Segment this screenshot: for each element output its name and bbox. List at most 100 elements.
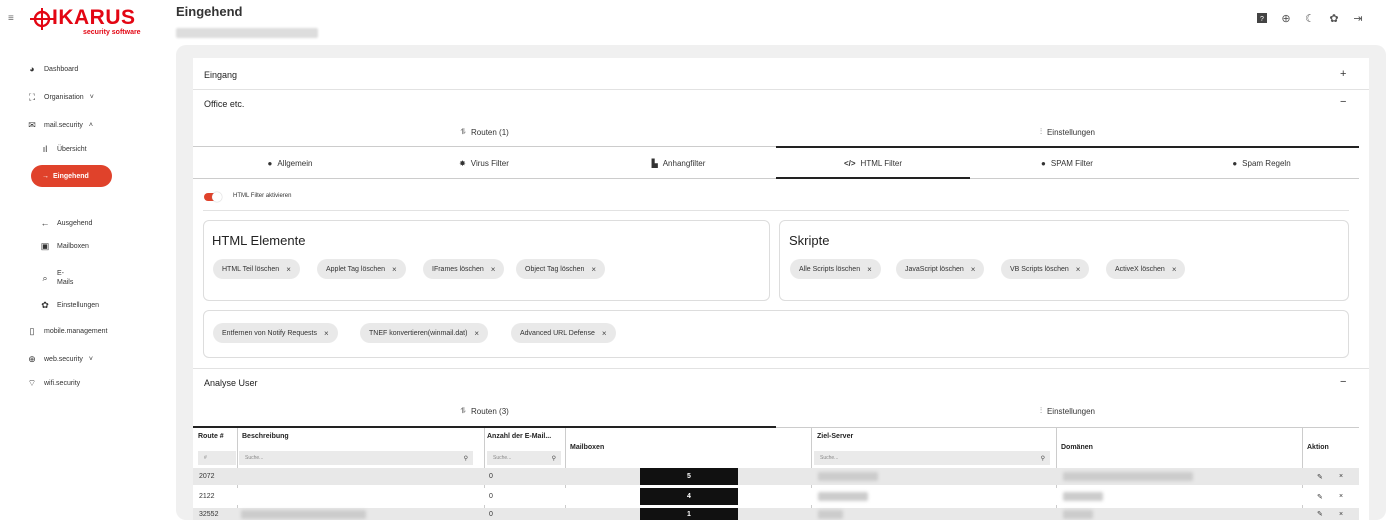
svg-text:?: ? xyxy=(1260,16,1264,23)
sidebar-item-web-security[interactable]: ⊕ web.security ˅ xyxy=(26,354,93,365)
edit-icon[interactable]: ✎ xyxy=(1317,488,1323,505)
globe-icon: ⊕ xyxy=(28,354,36,364)
tab-routen[interactable]: ⥮ Routen (1) xyxy=(193,122,776,142)
sidebar-item-mobile-management[interactable]: ▯ mobile.management xyxy=(26,326,108,337)
collapse-icon[interactable]: − xyxy=(1340,376,1346,388)
sidebar-item-wifi-security[interactable]: ⌔ wifi.security xyxy=(26,378,80,389)
brand-sub: security software xyxy=(83,29,141,36)
routes-icon: ⥮ xyxy=(460,127,467,136)
sidebar-item-dashboard[interactable]: ◕ Dashboard xyxy=(26,64,78,74)
ikarus-logo: IKARUS security software xyxy=(30,6,150,36)
mailbox-count-badge[interactable]: 1 xyxy=(640,508,738,520)
zielserver-search-input[interactable]: Suche... ⚲ xyxy=(814,451,1050,465)
arrow-right-icon: → xyxy=(42,172,49,180)
chip-applet-tag[interactable]: Applet Tag löschen × xyxy=(317,259,406,279)
tab-routen-analyse[interactable]: ⥮ Routen (3) xyxy=(193,401,776,421)
col-beschreibung[interactable]: Beschreibung xyxy=(242,433,289,440)
chevron-up-icon: ˄ xyxy=(88,122,93,129)
col-domaenen[interactable]: Domänen xyxy=(1061,444,1093,451)
edit-icon[interactable]: ✎ xyxy=(1317,508,1323,520)
chevron-down-icon: ˅ xyxy=(88,356,93,363)
sidebar-item-mailboxen[interactable]: ▣ Mailboxen xyxy=(39,241,89,252)
chip-alle-scripts[interactable]: Alle Scripts löschen × xyxy=(790,259,881,279)
chip-javascript[interactable]: JavaScript löschen × xyxy=(896,259,985,279)
file-icon: ▙ xyxy=(651,158,658,168)
menu-icon[interactable]: ≡ xyxy=(8,13,14,24)
section-eingang-title[interactable]: Eingang xyxy=(204,70,237,80)
section-office-title[interactable]: Office etc. xyxy=(204,99,244,109)
close-icon[interactable]: × xyxy=(286,265,291,274)
collapse-icon[interactable]: − xyxy=(1340,96,1346,108)
mailbox-count-badge[interactable]: 5 xyxy=(640,468,738,485)
table-row[interactable]: 2122 0 4 ✎ × xyxy=(193,488,1359,505)
search-icon: ⌕ xyxy=(42,272,48,283)
html-elements-title: HTML Elemente xyxy=(212,233,306,248)
close-icon[interactable]: × xyxy=(602,329,607,338)
page-title: Eingehend xyxy=(176,4,243,19)
mail-icon: ✉ xyxy=(28,120,36,130)
col-route[interactable]: Route # xyxy=(198,433,224,440)
tab-spam-regeln[interactable]: ● Spam Regeln xyxy=(1164,152,1359,174)
sidebar-item-uebersicht[interactable]: ıl Übersicht xyxy=(39,144,87,154)
sidebar-item-einstellungen[interactable]: ✿ Einstellungen xyxy=(39,300,99,311)
mobile-icon: ▯ xyxy=(29,326,35,336)
tab-virus-filter[interactable]: ✸ Virus Filter xyxy=(387,152,581,174)
beschreibung-search-input[interactable]: Suche... ⚲ xyxy=(239,451,473,465)
chip-tnef[interactable]: TNEF konvertieren(winmail.dat) × xyxy=(360,323,489,343)
info-icon: ● xyxy=(267,158,273,168)
table-row[interactable]: 2072 0 5 ✎ × xyxy=(193,468,1359,485)
chip-html-teil[interactable]: HTML Teil löschen × xyxy=(213,259,300,279)
chip-vb-scripts[interactable]: VB Scripts löschen × xyxy=(1001,259,1090,279)
tab-anhangfilter[interactable]: ▙ Anhangfilter xyxy=(581,152,776,174)
chip-object-tag[interactable]: Object Tag löschen × xyxy=(516,259,606,279)
chip-activex[interactable]: ActiveX löschen × xyxy=(1106,259,1186,279)
sidebar-item-mail-security[interactable]: ✉ mail.security ˄ xyxy=(26,120,93,131)
close-icon[interactable]: × xyxy=(392,265,397,274)
section-analyse-title[interactable]: Analyse User xyxy=(204,378,258,388)
delete-icon[interactable]: × xyxy=(1339,488,1343,505)
chip-iframes[interactable]: IFrames löschen × xyxy=(423,259,505,279)
sidebar-item-ausgehend[interactable]: ← Ausgehend xyxy=(39,218,93,228)
chip-notify-requests[interactable]: Entfernen von Notify Requests × xyxy=(213,323,338,343)
col-mailboxen[interactable]: Mailboxen xyxy=(570,444,604,451)
sidebar-item-organisation[interactable]: ⛶ Organisation ˅ xyxy=(26,92,94,103)
org-icon: ⛶ xyxy=(28,92,36,102)
html-filter-toggle[interactable] xyxy=(204,192,222,202)
brand-name: IKARUS xyxy=(52,6,136,29)
close-icon[interactable]: × xyxy=(971,265,976,274)
moon-icon[interactable]: ☾ xyxy=(1304,12,1316,25)
close-icon[interactable]: × xyxy=(491,265,496,274)
tab-einstellungen-analyse[interactable]: ⫶ Einstellungen xyxy=(776,401,1359,421)
table-row[interactable]: 32552 0 1 ✎ × xyxy=(193,508,1359,520)
tab-spam-filter[interactable]: ● SPAM Filter xyxy=(970,152,1164,174)
delete-icon[interactable]: × xyxy=(1339,468,1343,485)
close-icon[interactable]: × xyxy=(1172,265,1177,274)
close-icon[interactable]: × xyxy=(474,329,479,338)
gear-icon[interactable]: ✿ xyxy=(1328,12,1340,25)
page-subtitle-redacted xyxy=(176,28,318,38)
chip-advanced-url-defense[interactable]: Advanced URL Defense × xyxy=(511,323,616,343)
delete-icon[interactable]: × xyxy=(1339,508,1343,520)
code-icon: </> xyxy=(843,158,856,168)
anzahl-search-input[interactable]: Suche... ⚲ xyxy=(487,451,561,465)
sidebar-item-eingehend[interactable]: → Eingehend xyxy=(31,165,112,187)
sidebar-item-emails[interactable]: ⌕ E- Mails xyxy=(39,269,73,287)
col-anzahl[interactable]: Anzahl der E-Mail... xyxy=(487,433,551,440)
route-filter-input[interactable]: # xyxy=(198,451,236,465)
top-toolbar: ? ⊕ ☾ ✿ ⇥ xyxy=(1256,12,1364,25)
help-icon[interactable]: ? xyxy=(1256,12,1268,24)
sliders-icon: ⫶ xyxy=(1039,127,1042,136)
close-icon[interactable]: × xyxy=(1076,265,1081,274)
close-icon[interactable]: × xyxy=(591,265,596,274)
tab-html-filter[interactable]: </> HTML Filter xyxy=(776,152,970,174)
expand-icon[interactable]: + xyxy=(1340,68,1346,80)
mailbox-count-badge[interactable]: 4 xyxy=(640,488,738,505)
col-zielserver[interactable]: Ziel-Server xyxy=(817,433,853,440)
edit-icon[interactable]: ✎ xyxy=(1317,468,1323,485)
close-icon[interactable]: × xyxy=(324,329,329,338)
logout-icon[interactable]: ⇥ xyxy=(1352,12,1364,25)
globe-icon[interactable]: ⊕ xyxy=(1280,12,1292,25)
close-icon[interactable]: × xyxy=(867,265,872,274)
tab-allgemein[interactable]: ● Allgemein xyxy=(193,152,387,174)
tab-einstellungen[interactable]: ⫶ Einstellungen xyxy=(776,122,1359,142)
